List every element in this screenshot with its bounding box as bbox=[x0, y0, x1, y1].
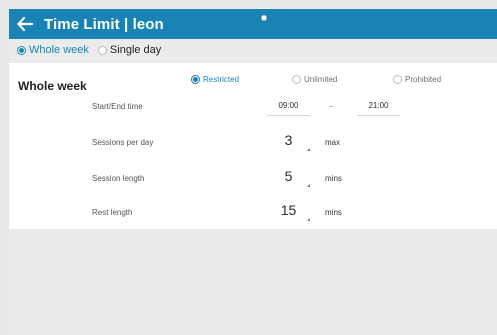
whole-week-radio[interactable] bbox=[17, 45, 26, 55]
time-limit-screen: Time Limit | leon Whole week Single day … bbox=[9, 9, 497, 335]
restricted-label: Restricted bbox=[203, 74, 240, 84]
time-range-separator bbox=[329, 106, 333, 107]
radio-selected-dot bbox=[193, 76, 198, 82]
session-length-unit: mins bbox=[325, 174, 342, 183]
sessions-per-day-label: Sessions per day bbox=[92, 138, 154, 147]
restriction-mode-selector: Restricted Unlimited Prohibited bbox=[191, 71, 491, 87]
session-length-input[interactable]: 5 bbox=[267, 167, 310, 187]
prohibited-label: Prohibited bbox=[405, 74, 442, 84]
section-title: Whole week bbox=[18, 79, 87, 93]
unlimited-label: Unlimited bbox=[304, 74, 338, 84]
sessions-per-day-unit: max bbox=[325, 138, 341, 147]
schedule-mode-selector: Whole week Single day bbox=[9, 41, 497, 59]
single-day-option[interactable]: Single day bbox=[97, 44, 162, 56]
start-end-time-label: Start/End time bbox=[92, 102, 143, 111]
restricted-option[interactable]: Restricted bbox=[191, 74, 292, 84]
restricted-radio[interactable] bbox=[191, 74, 200, 84]
sessions-per-day-stepper-icon[interactable] bbox=[307, 148, 310, 151]
session-length-stepper-icon[interactable] bbox=[307, 184, 310, 187]
top-resize-handle[interactable] bbox=[261, 15, 267, 21]
end-time-input[interactable]: 21:00 bbox=[357, 98, 400, 116]
radio-selected-dot bbox=[19, 47, 24, 53]
unlimited-option[interactable]: Unlimited bbox=[292, 74, 393, 84]
rest-length-unit: mins bbox=[325, 208, 342, 217]
whole-week-label: Whole week bbox=[29, 44, 89, 56]
rest-length-stepper-icon[interactable] bbox=[307, 218, 310, 221]
single-day-radio[interactable] bbox=[97, 45, 107, 55]
arrow-left-icon[interactable] bbox=[15, 14, 35, 34]
app-header: Time Limit | leon bbox=[9, 9, 497, 39]
start-time-input[interactable]: 09:00 bbox=[267, 98, 310, 116]
rest-length-label: Rest length bbox=[92, 208, 133, 217]
whole-week-settings-panel: Whole week Restricted Unlimited Prohibit… bbox=[9, 63, 497, 229]
unlimited-radio[interactable] bbox=[292, 74, 301, 84]
whole-week-option[interactable]: Whole week bbox=[17, 44, 89, 56]
prohibited-option[interactable]: Prohibited bbox=[393, 74, 442, 84]
session-length-label: Session length bbox=[92, 174, 145, 183]
rest-length-input[interactable]: 15 bbox=[267, 201, 310, 221]
prohibited-radio[interactable] bbox=[393, 74, 402, 84]
single-day-label: Single day bbox=[109, 44, 162, 56]
page-title: Time Limit | leon bbox=[44, 15, 164, 33]
sessions-per-day-input[interactable]: 3 bbox=[267, 131, 310, 151]
